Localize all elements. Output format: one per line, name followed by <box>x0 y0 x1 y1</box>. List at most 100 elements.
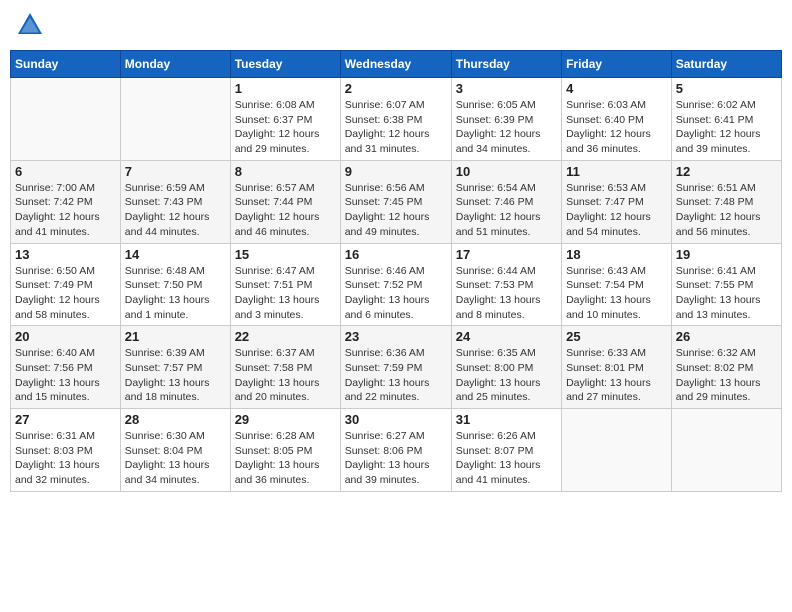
calendar-cell: 1Sunrise: 6:08 AM Sunset: 6:37 PM Daylig… <box>230 78 340 161</box>
calendar-cell: 27 Sunrise: 6:31 AM Sunset: 8:03 PM Dayli… <box>11 409 121 492</box>
day-number: 17 <box>456 247 557 262</box>
calendar-cell: 23 Sunrise: 6:36 AM Sunset: 7:59 PM Dayli… <box>340 326 451 409</box>
column-header-saturday: Saturday <box>671 51 781 78</box>
day-info: Sunrise: 6:48 AM Sunset: 7:50 PM Dayligh… <box>125 264 226 323</box>
column-header-tuesday: Tuesday <box>230 51 340 78</box>
day-number: 9 <box>345 164 447 179</box>
day-info: Sunrise: 6:59 AM Sunset: 7:43 PM Dayligh… <box>125 181 226 240</box>
day-number: 11 <box>566 164 667 179</box>
day-info: Sunrise: 6:35 AM Sunset: 8:00 PM Dayligh… <box>456 346 557 405</box>
day-info: Sunrise: 6:57 AM Sunset: 7:44 PM Dayligh… <box>235 181 336 240</box>
day-number: 10 <box>456 164 557 179</box>
day-info: Sunrise: 6:03 AM Sunset: 6:40 PM Dayligh… <box>566 98 667 157</box>
day-info: Sunrise: 6:39 AM Sunset: 7:57 PM Dayligh… <box>125 346 226 405</box>
day-number: 24 <box>456 329 557 344</box>
calendar-cell: 6 Sunrise: 7:00 AM Sunset: 7:42 PM Daylig… <box>11 160 121 243</box>
calendar-cell: 31 Sunrise: 6:26 AM Sunset: 8:07 PM Dayli… <box>451 409 561 492</box>
day-number: 2 <box>345 81 447 96</box>
column-header-wednesday: Wednesday <box>340 51 451 78</box>
day-number: 8 <box>235 164 336 179</box>
day-number: 20 <box>15 329 116 344</box>
day-number: 30 <box>345 412 447 427</box>
day-info: Sunrise: 6:40 AM Sunset: 7:56 PM Dayligh… <box>15 346 116 405</box>
day-info: Sunrise: 6:37 AM Sunset: 7:58 PM Dayligh… <box>235 346 336 405</box>
day-info: Sunrise: 6:27 AM Sunset: 8:06 PM Dayligh… <box>345 429 447 488</box>
day-number: 25 <box>566 329 667 344</box>
calendar-cell: 17 Sunrise: 6:44 AM Sunset: 7:53 PM Dayli… <box>451 243 561 326</box>
calendar-cell: 9 Sunrise: 6:56 AM Sunset: 7:45 PM Daylig… <box>340 160 451 243</box>
calendar-cell: 30 Sunrise: 6:27 AM Sunset: 8:06 PM Dayli… <box>340 409 451 492</box>
day-info: Sunrise: 6:07 AM Sunset: 6:38 PM Dayligh… <box>345 98 447 157</box>
day-number: 31 <box>456 412 557 427</box>
calendar-cell: 19Sunrise: 6:41 AM Sunset: 7:55 PM Dayli… <box>671 243 781 326</box>
day-number: 15 <box>235 247 336 262</box>
calendar-cell: 10 Sunrise: 6:54 AM Sunset: 7:46 PM Dayli… <box>451 160 561 243</box>
day-info: Sunrise: 6:05 AM Sunset: 6:39 PM Dayligh… <box>456 98 557 157</box>
day-info: Sunrise: 6:53 AM Sunset: 7:47 PM Dayligh… <box>566 181 667 240</box>
logo-icon <box>15 10 45 40</box>
calendar-cell: 22 Sunrise: 6:37 AM Sunset: 7:58 PM Dayli… <box>230 326 340 409</box>
day-number: 16 <box>345 247 447 262</box>
day-number: 21 <box>125 329 226 344</box>
calendar-cell <box>671 409 781 492</box>
calendar-cell: 4 Sunrise: 6:03 AM Sunset: 6:40 PM Daylig… <box>562 78 672 161</box>
day-info: Sunrise: 6:32 AM Sunset: 8:02 PM Dayligh… <box>676 346 777 405</box>
day-info: Sunrise: 6:51 AM Sunset: 7:48 PM Dayligh… <box>676 181 777 240</box>
day-info: Sunrise: 6:26 AM Sunset: 8:07 PM Dayligh… <box>456 429 557 488</box>
day-info: Sunrise: 6:43 AM Sunset: 7:54 PM Dayligh… <box>566 264 667 323</box>
day-number: 7 <box>125 164 226 179</box>
calendar-header-row: SundayMondayTuesdayWednesdayThursdayFrid… <box>11 51 782 78</box>
column-header-monday: Monday <box>120 51 230 78</box>
calendar-cell: 29Sunrise: 6:28 AM Sunset: 8:05 PM Dayli… <box>230 409 340 492</box>
day-number: 23 <box>345 329 447 344</box>
calendar-cell: 11 Sunrise: 6:53 AM Sunset: 7:47 PM Dayli… <box>562 160 672 243</box>
calendar-cell: 8 Sunrise: 6:57 AM Sunset: 7:44 PM Daylig… <box>230 160 340 243</box>
logo <box>15 10 49 40</box>
calendar-cell: 3Sunrise: 6:05 AM Sunset: 6:39 PM Daylig… <box>451 78 561 161</box>
day-info: Sunrise: 6:33 AM Sunset: 8:01 PM Dayligh… <box>566 346 667 405</box>
day-info: Sunrise: 6:08 AM Sunset: 6:37 PM Dayligh… <box>235 98 336 157</box>
calendar-cell: 12 Sunrise: 6:51 AM Sunset: 7:48 PM Dayli… <box>671 160 781 243</box>
column-header-sunday: Sunday <box>11 51 121 78</box>
day-number: 6 <box>15 164 116 179</box>
day-info: Sunrise: 6:50 AM Sunset: 7:49 PM Dayligh… <box>15 264 116 323</box>
calendar-cell: 21 Sunrise: 6:39 AM Sunset: 7:57 PM Dayli… <box>120 326 230 409</box>
page-header <box>10 10 782 40</box>
calendar-cell: 5Sunrise: 6:02 AM Sunset: 6:41 PM Daylig… <box>671 78 781 161</box>
column-header-friday: Friday <box>562 51 672 78</box>
calendar-cell: 13 Sunrise: 6:50 AM Sunset: 7:49 PM Dayli… <box>11 243 121 326</box>
column-header-thursday: Thursday <box>451 51 561 78</box>
day-info: Sunrise: 6:31 AM Sunset: 8:03 PM Dayligh… <box>15 429 116 488</box>
day-number: 18 <box>566 247 667 262</box>
day-info: Sunrise: 6:56 AM Sunset: 7:45 PM Dayligh… <box>345 181 447 240</box>
day-info: Sunrise: 6:02 AM Sunset: 6:41 PM Dayligh… <box>676 98 777 157</box>
day-number: 4 <box>566 81 667 96</box>
calendar-cell: 28Sunrise: 6:30 AM Sunset: 8:04 PM Dayli… <box>120 409 230 492</box>
calendar-cell: 15Sunrise: 6:47 AM Sunset: 7:51 PM Dayli… <box>230 243 340 326</box>
calendar-cell: 2 Sunrise: 6:07 AM Sunset: 6:38 PM Daylig… <box>340 78 451 161</box>
day-number: 12 <box>676 164 777 179</box>
day-number: 13 <box>15 247 116 262</box>
day-info: Sunrise: 7:00 AM Sunset: 7:42 PM Dayligh… <box>15 181 116 240</box>
calendar-week-row: 6 Sunrise: 7:00 AM Sunset: 7:42 PM Daylig… <box>11 160 782 243</box>
day-info: Sunrise: 6:46 AM Sunset: 7:52 PM Dayligh… <box>345 264 447 323</box>
calendar-cell: 20 Sunrise: 6:40 AM Sunset: 7:56 PM Dayli… <box>11 326 121 409</box>
day-info: Sunrise: 6:36 AM Sunset: 7:59 PM Dayligh… <box>345 346 447 405</box>
calendar-cell: 16 Sunrise: 6:46 AM Sunset: 7:52 PM Dayli… <box>340 243 451 326</box>
calendar-cell: 14 Sunrise: 6:48 AM Sunset: 7:50 PM Dayli… <box>120 243 230 326</box>
calendar-cell: 25 Sunrise: 6:33 AM Sunset: 8:01 PM Dayli… <box>562 326 672 409</box>
day-number: 22 <box>235 329 336 344</box>
calendar-cell <box>562 409 672 492</box>
day-number: 26 <box>676 329 777 344</box>
day-number: 27 <box>15 412 116 427</box>
calendar-week-row: 27 Sunrise: 6:31 AM Sunset: 8:03 PM Dayli… <box>11 409 782 492</box>
calendar-cell <box>11 78 121 161</box>
day-number: 19 <box>676 247 777 262</box>
calendar-table: SundayMondayTuesdayWednesdayThursdayFrid… <box>10 50 782 492</box>
calendar-week-row: 1Sunrise: 6:08 AM Sunset: 6:37 PM Daylig… <box>11 78 782 161</box>
day-number: 28 <box>125 412 226 427</box>
day-number: 14 <box>125 247 226 262</box>
day-info: Sunrise: 6:44 AM Sunset: 7:53 PM Dayligh… <box>456 264 557 323</box>
day-info: Sunrise: 6:54 AM Sunset: 7:46 PM Dayligh… <box>456 181 557 240</box>
calendar-week-row: 13 Sunrise: 6:50 AM Sunset: 7:49 PM Dayli… <box>11 243 782 326</box>
